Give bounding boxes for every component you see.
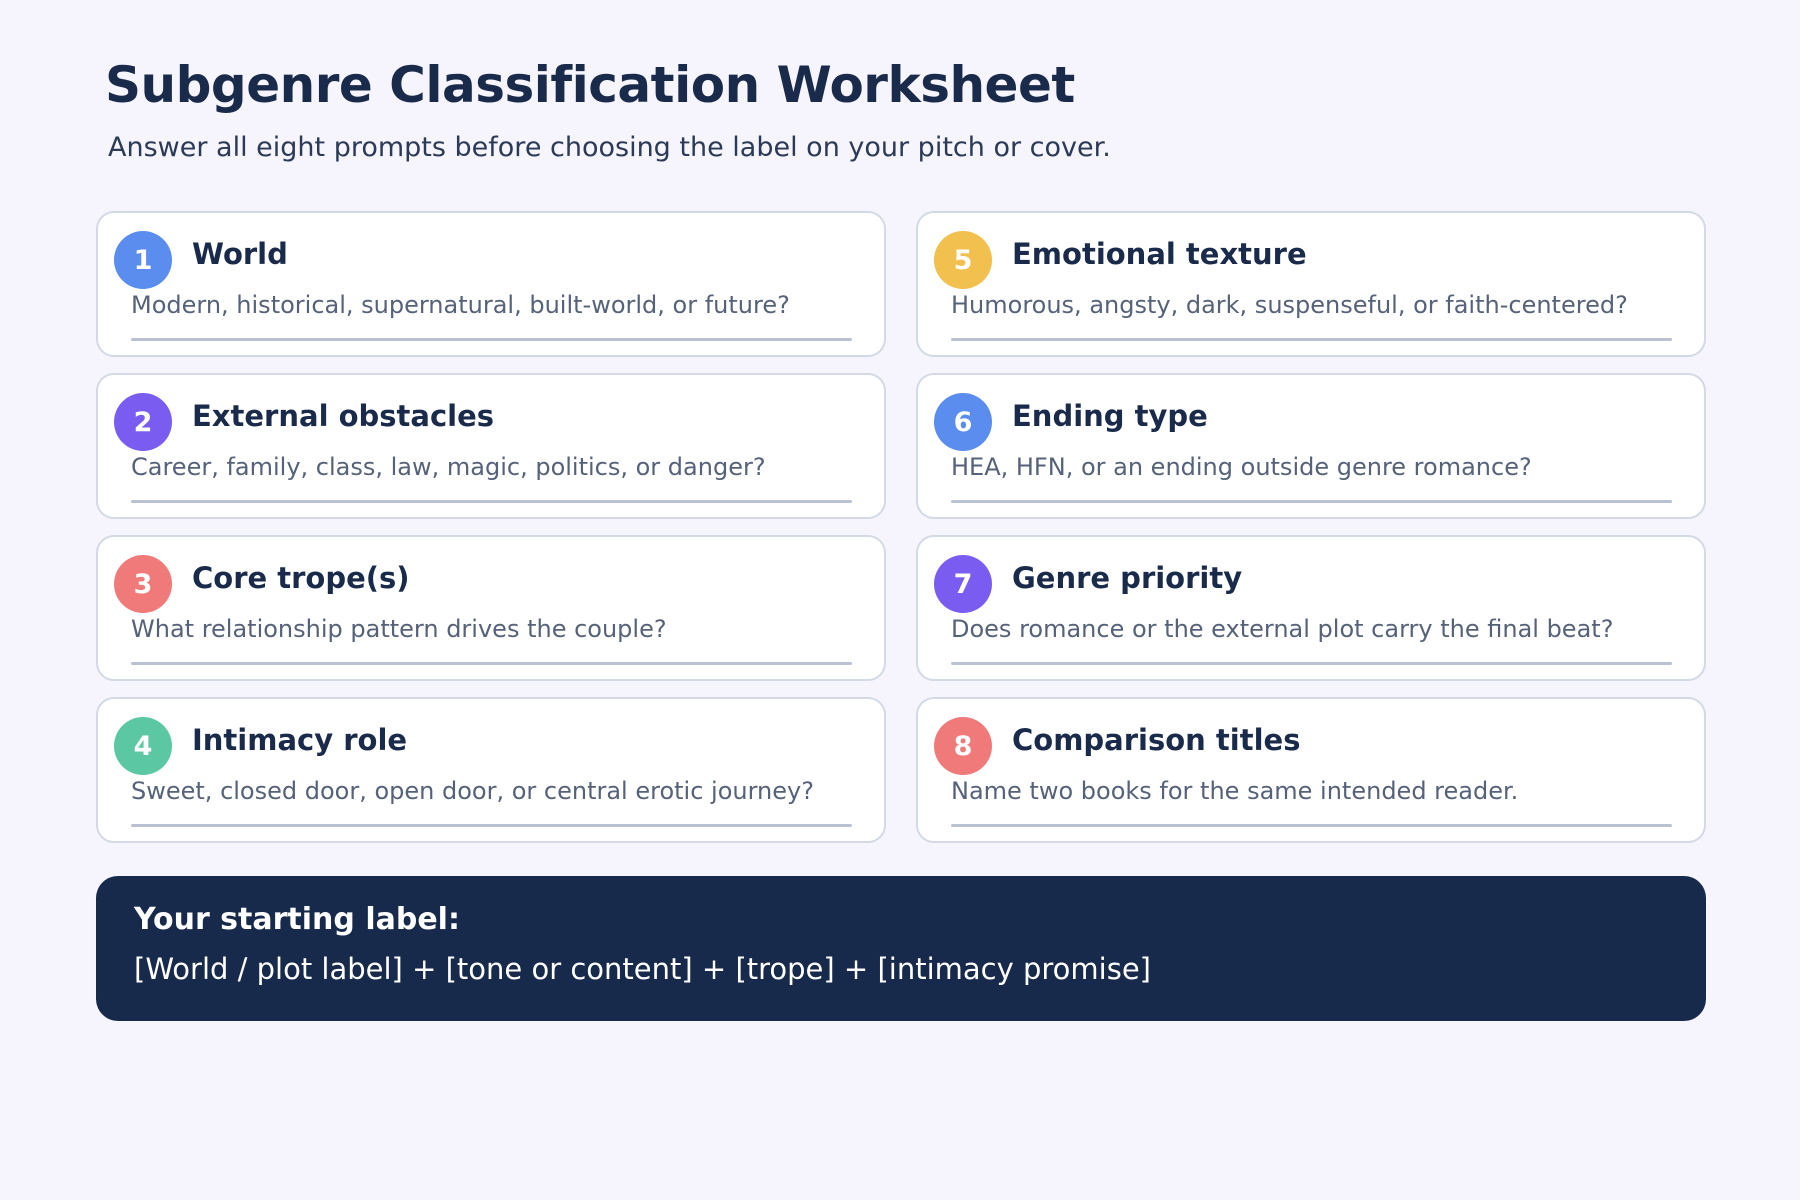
prompt-card-genre-priority: 7 Genre priority Does romance or the ext…: [916, 535, 1706, 681]
step-number-badge: 2: [114, 393, 172, 451]
starting-label-formula: [World / plot label] + [tone or content]…: [134, 952, 1151, 986]
answer-line: [951, 500, 1672, 503]
answer-line: [951, 338, 1672, 341]
prompt-card-world: 1 World Modern, historical, supernatural…: [96, 211, 886, 357]
prompt-question: Career, family, class, law, magic, polit…: [131, 453, 766, 481]
answer-line: [951, 662, 1672, 665]
prompt-grid: 1 World Modern, historical, supernatural…: [96, 211, 1706, 843]
prompt-question: Sweet, closed door, open door, or centra…: [131, 777, 814, 805]
page-title: Subgenre Classification Worksheet: [105, 56, 1075, 114]
prompt-card-external-obstacles: 2 External obstacles Career, family, cla…: [96, 373, 886, 519]
answer-line: [131, 500, 852, 503]
answer-line: [951, 824, 1672, 827]
prompt-question: Name two books for the same intended rea…: [951, 777, 1519, 805]
starting-label-heading: Your starting label:: [134, 902, 460, 937]
prompt-title: Emotional texture: [1012, 237, 1307, 271]
prompt-card-ending-type: 6 Ending type HEA, HFN, or an ending out…: [916, 373, 1706, 519]
prompt-question: Humorous, angsty, dark, suspenseful, or …: [951, 291, 1628, 319]
step-number-badge: 4: [114, 717, 172, 775]
answer-line: [131, 338, 852, 341]
prompt-title: Genre priority: [1012, 561, 1243, 595]
prompt-question: Does romance or the external plot carry …: [951, 615, 1614, 643]
prompt-card-comparison-titles: 8 Comparison titles Name two books for t…: [916, 697, 1706, 843]
answer-line: [131, 824, 852, 827]
starting-label-panel: Your starting label: [World / plot label…: [96, 876, 1706, 1021]
prompt-title: Intimacy role: [192, 723, 408, 757]
prompt-card-emotional-texture: 5 Emotional texture Humorous, angsty, da…: [916, 211, 1706, 357]
prompt-title: Comparison titles: [1012, 723, 1301, 757]
prompt-question: Modern, historical, supernatural, built-…: [131, 291, 790, 319]
prompt-question: HEA, HFN, or an ending outside genre rom…: [951, 453, 1532, 481]
step-number-badge: 7: [934, 555, 992, 613]
step-number-badge: 3: [114, 555, 172, 613]
page-subtitle: Answer all eight prompts before choosing…: [108, 132, 1111, 163]
prompt-title: World: [192, 237, 288, 271]
prompt-card-intimacy-role: 4 Intimacy role Sweet, closed door, open…: [96, 697, 886, 843]
prompt-question: What relationship pattern drives the cou…: [131, 615, 667, 643]
prompt-title: External obstacles: [192, 399, 495, 433]
prompt-card-core-tropes: 3 Core trope(s) What relationship patter…: [96, 535, 886, 681]
step-number-badge: 8: [934, 717, 992, 775]
prompt-title: Ending type: [1012, 399, 1208, 433]
step-number-badge: 6: [934, 393, 992, 451]
answer-line: [131, 662, 852, 665]
prompt-title: Core trope(s): [192, 561, 410, 595]
step-number-badge: 1: [114, 231, 172, 289]
worksheet-page: Subgenre Classification Worksheet Answer…: [0, 0, 1800, 1200]
step-number-badge: 5: [934, 231, 992, 289]
